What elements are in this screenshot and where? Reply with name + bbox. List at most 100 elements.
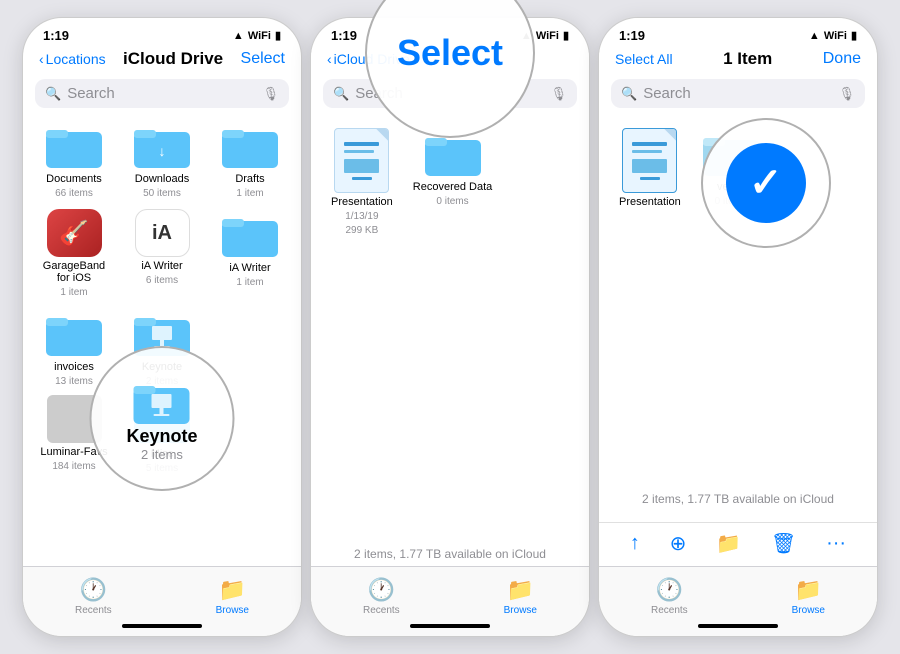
folder-invoices-count: 13 items (55, 376, 93, 387)
browse-icon: 📁 (219, 577, 246, 603)
iawriter-app-icon: iA (135, 209, 190, 257)
home-indicator2 (410, 624, 490, 628)
chevron-left-icon2: ‹ (327, 51, 332, 67)
screen3-done-button[interactable]: Done (823, 50, 861, 68)
screen2-time: 1:19 (331, 28, 357, 43)
screen3-search-bar[interactable]: 🔍 Search 🎙 (611, 79, 865, 108)
file-bars (338, 136, 385, 186)
chevron-left-icon: ‹ (39, 51, 44, 67)
screen2-tab-recents-label: Recents (363, 605, 400, 616)
search-icon: 🔍 (45, 86, 61, 102)
folder-downloads-icon: ↓ (132, 120, 192, 170)
screen1-select-button[interactable]: Select (241, 50, 285, 68)
screen3-time: 1:19 (619, 28, 645, 43)
wifi-icon2: WiFi (536, 30, 559, 42)
tab-recents[interactable]: 🕐 Recents (75, 577, 112, 616)
screen1: 1:19 ▲ WiFi ▮ ‹ Locations iCloud Drive S… (22, 17, 302, 637)
checkmark-circle: ✓ (726, 143, 806, 223)
screen1-title: iCloud Drive (123, 49, 223, 69)
file-bar-4 (352, 177, 372, 180)
new-folder-button[interactable]: 📁 (716, 531, 741, 556)
folder-iawriter2-icon (220, 209, 280, 259)
home-indicator (122, 624, 202, 628)
folder-iawriter2-count: 1 item (236, 277, 263, 288)
add-to-folder-button[interactable]: ⊕ (670, 531, 687, 556)
screen2-tab-browse[interactable]: 📁 Browse (504, 577, 537, 616)
screen2-tab-recents[interactable]: 🕐 Recents (363, 577, 400, 616)
signal-icon: ▲ (233, 30, 244, 42)
garageband-app-icon: 🎸 (47, 209, 102, 257)
folder-iawriter1-count: 6 items (146, 275, 178, 286)
screen2-bottom-status: 2 items, 1.77 TB available on iCloud (311, 547, 589, 561)
keynote-callout-icon (132, 376, 192, 426)
screen3-action-bar: ↑ ⊕ 📁 🗑 ··· (599, 522, 877, 564)
screenshots-container: 1:19 ▲ WiFi ▮ ‹ Locations iCloud Drive S… (12, 7, 888, 647)
file-bar-1 (344, 142, 379, 146)
folder-drafts-name: Drafts (235, 173, 264, 185)
browse-icon3: 📁 (507, 577, 534, 603)
screen3-select-all-button[interactable]: Select All (615, 51, 673, 67)
screen3-tab-browse[interactable]: 📁 Browse (792, 577, 825, 616)
screen1-search-bar[interactable]: 🔍 Search 🎙 (35, 79, 289, 108)
search-icon3: 🔍 (621, 86, 637, 102)
browse-icon-s3: 📁 (795, 577, 822, 603)
screen3-search-placeholder: Search (643, 85, 691, 102)
tab-browse-label: Browse (216, 605, 249, 616)
screen3-status-icons: ▲ WiFi ▮ (809, 29, 857, 42)
screen2: Select 1:19 ▲ WiFi ▮ ‹ iCloud Drive Keyn… (310, 17, 590, 637)
folder-garageband[interactable]: 🎸 GarageBand for iOS 1 item (35, 209, 113, 298)
folder-iawriter-2[interactable]: iA Writer 1 item (211, 209, 289, 298)
folder-invoices-name: invoices (54, 361, 94, 373)
screen1-back-button[interactable]: ‹ Locations (39, 51, 106, 67)
folder-invoices[interactable]: invoices 13 items (35, 308, 113, 387)
screen3-tab-recents[interactable]: 🕐 Recents (651, 577, 688, 616)
file-bar-3 (344, 159, 379, 173)
folder-documents[interactable]: Documents 66 items (35, 120, 113, 199)
folder-recovered[interactable]: Recovered Data 0 items (413, 128, 493, 236)
screen1-status-icons: ▲ WiFi ▮ (233, 29, 281, 42)
folder-recovered-name: Recovered Data (413, 181, 493, 193)
folder-garageband-count: 1 item (60, 287, 87, 298)
select-callout-text: Select (397, 32, 503, 74)
more-button[interactable]: ··· (826, 532, 846, 555)
folder-iawriter-1[interactable]: iA iA Writer 6 items (123, 209, 201, 298)
tab-recents-label: Recents (75, 605, 112, 616)
wifi-icon3: WiFi (824, 30, 847, 42)
file-presentation-date: 1/13/19 (345, 211, 378, 222)
screen3-nav-bar: Select All 1 Item Done (599, 47, 877, 75)
folder-downloads[interactable]: ↓ Downloads 50 items (123, 120, 201, 199)
file-bars3 (626, 136, 673, 186)
folder-documents-icon (44, 120, 104, 170)
screen1-search-placeholder: Search (67, 85, 115, 102)
delete-button[interactable]: 🗑 (771, 531, 796, 556)
screen1-time: 1:19 (43, 28, 69, 43)
signal-icon3: ▲ (809, 30, 820, 42)
screen3-inner: 1:19 ▲ WiFi ▮ Select All 1 Item Done 🔍 S… (599, 18, 877, 636)
mic-icon3: 🎙 (838, 86, 855, 102)
folder-iawriter1-name: iA Writer (141, 260, 182, 272)
mic-icon: 🎙 (262, 86, 279, 102)
screen1-nav-bar: ‹ Locations iCloud Drive Select (23, 47, 301, 75)
screen3-file-name: Presentation (619, 196, 681, 208)
search-icon2: 🔍 (333, 86, 349, 102)
share-button[interactable]: ↑ (630, 532, 640, 555)
folder-downloads-count: 50 items (143, 188, 181, 199)
screen3-item-count: 1 Item (723, 49, 772, 69)
wifi-icon: WiFi (248, 30, 271, 42)
folder-documents-count: 66 items (55, 188, 93, 199)
checkmark-icon: ✓ (749, 160, 783, 206)
recents-icon3: 🕐 (368, 577, 395, 603)
battery-icon3: ▮ (851, 29, 857, 42)
screen1-keynote-callout: Keynote 2 items (90, 346, 235, 491)
folder-iawriter2-name: iA Writer (229, 262, 270, 274)
file-presentation[interactable]: Presentation 1/13/19 299 KB (331, 128, 393, 236)
recents-icon: 🕐 (80, 577, 107, 603)
keynote-callout-label: Keynote (126, 426, 197, 447)
screen3-file-presentation[interactable]: Presentation (619, 128, 681, 208)
folder-garageband-name: GarageBand for iOS (35, 260, 113, 284)
tab-browse[interactable]: 📁 Browse (216, 577, 249, 616)
presentation-file-icon (334, 128, 389, 193)
battery-icon2: ▮ (563, 29, 569, 42)
svg-text:↓: ↓ (159, 143, 166, 159)
folder-drafts[interactable]: Drafts 1 item (211, 120, 289, 199)
